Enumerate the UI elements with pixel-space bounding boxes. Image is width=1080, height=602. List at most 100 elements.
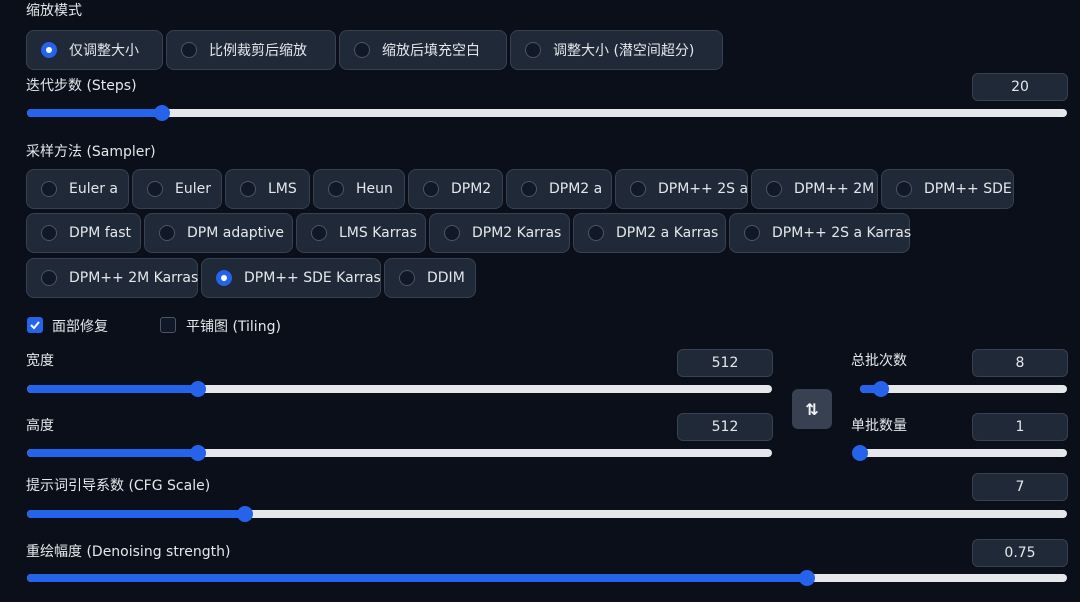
height-label: 高度: [26, 418, 54, 434]
radio-dot: [216, 270, 232, 286]
denoise-slider[interactable]: [27, 570, 1067, 586]
radio-label: DPM adaptive: [187, 225, 284, 241]
radio-label: DPM2 a Karras: [616, 225, 719, 241]
width-label: 宽度: [26, 353, 54, 369]
radio-dot: [525, 42, 541, 58]
radio-label: LMS: [268, 181, 297, 197]
cfg-input[interactable]: 7: [972, 473, 1068, 501]
sampler-option-dpm2-karras[interactable]: DPM2 Karras: [429, 213, 570, 253]
sampler-option-dpmpp-2m[interactable]: DPM++ 2M: [751, 169, 878, 209]
radio-dot: [399, 270, 415, 286]
radio-label: Euler: [175, 181, 211, 197]
height-input[interactable]: 512: [677, 413, 773, 441]
steps-slider[interactable]: [27, 105, 1067, 121]
radio-label: DPM++ 2S a: [658, 181, 749, 197]
resize-option-2[interactable]: 缩放后填充空白: [339, 30, 507, 70]
tiling-checkbox[interactable]: [160, 317, 176, 333]
radio-dot: [41, 42, 57, 58]
face-restore-label: 面部修复: [52, 319, 108, 335]
batch-count-label: 总批次数: [851, 353, 907, 369]
slider-fill: [27, 109, 163, 117]
sampler-option-dpmpp-2s-a[interactable]: DPM++ 2S a: [615, 169, 748, 209]
slider-fill: [27, 385, 199, 393]
sampler-option-dpmpp-2m-karras[interactable]: DPM++ 2M Karras: [26, 258, 198, 298]
radio-label: Heun: [356, 181, 393, 197]
radio-dot: [147, 181, 163, 197]
resize-option-1[interactable]: 比例裁剪后缩放: [166, 30, 336, 70]
sampler-option-dpm-adaptive[interactable]: DPM adaptive: [144, 213, 293, 253]
radio-dot: [444, 225, 460, 241]
radio-dot: [744, 225, 760, 241]
batch-count-input[interactable]: 8: [972, 349, 1068, 377]
sampler-option-dpm-fast[interactable]: DPM fast: [26, 213, 141, 253]
radio-label: DPM fast: [69, 225, 132, 241]
face-restore-checkbox[interactable]: [27, 317, 43, 333]
sampler-option-dpmpp-sde[interactable]: DPM++ SDE: [881, 169, 1014, 209]
resize-mode-label: 缩放模式: [26, 3, 82, 19]
batch-count-slider[interactable]: [860, 381, 1067, 397]
radio-label: DDIM: [427, 270, 465, 286]
sampler-option-dpmpp-2s-a-karras[interactable]: DPM++ 2S a Karras: [729, 213, 912, 253]
steps-label: 迭代步数 (Steps): [26, 78, 137, 94]
resize-option-3[interactable]: 调整大小 (潜空间超分): [510, 30, 723, 70]
radio-label: DPM++ 2M Karras: [69, 270, 199, 286]
slider-thumb[interactable]: [190, 445, 207, 461]
radio-label: Euler a: [69, 181, 119, 197]
width-input[interactable]: 512: [677, 349, 773, 377]
sampler-option-lms[interactable]: LMS: [225, 169, 310, 209]
sampler-option-dpm2-a[interactable]: DPM2 a: [506, 169, 612, 209]
slider-thumb[interactable]: [237, 506, 254, 522]
height-slider[interactable]: [27, 445, 772, 461]
denoise-label: 重绘幅度 (Denoising strength): [26, 544, 231, 560]
steps-input[interactable]: 20: [972, 73, 1068, 101]
width-slider[interactable]: [27, 381, 772, 397]
sampler-label: 采样方法 (Sampler): [26, 144, 156, 160]
sampler-option-heun[interactable]: Heun: [313, 169, 405, 209]
radio-dot: [311, 225, 327, 241]
slider-thumb[interactable]: [190, 381, 207, 397]
sampler-option-ddim[interactable]: DDIM: [384, 258, 476, 298]
batch-size-input[interactable]: 1: [972, 413, 1068, 441]
radio-label: DPM++ SDE: [924, 181, 1012, 197]
radio-dot: [41, 181, 57, 197]
sampler-option-dpmpp-sde-karras[interactable]: DPM++ SDE Karras: [201, 258, 381, 298]
batch-size-slider[interactable]: [852, 445, 1067, 461]
radio-dot: [766, 181, 782, 197]
radio-dot: [588, 225, 604, 241]
cfg-slider[interactable]: [27, 506, 1067, 522]
radio-dot: [41, 225, 57, 241]
radio-dot: [41, 270, 57, 286]
sampler-option-dpm2-a-karras[interactable]: DPM2 a Karras: [573, 213, 726, 253]
sampler-option-dpm2[interactable]: DPM2: [408, 169, 503, 209]
radio-dot: [896, 181, 912, 197]
slider-thumb[interactable]: [799, 570, 815, 586]
sampler-option-euler-a[interactable]: Euler a: [26, 169, 129, 209]
radio-dot: [423, 181, 439, 197]
radio-label: 仅调整大小: [69, 43, 139, 59]
slider-thumb[interactable]: [852, 445, 868, 461]
radio-label: DPM++ 2M: [794, 181, 875, 197]
slider-thumb[interactable]: [872, 381, 889, 397]
sampler-option-lms-karras[interactable]: LMS Karras: [296, 213, 426, 253]
radio-label: 缩放后填充空白: [382, 43, 480, 59]
slider-thumb[interactable]: [154, 105, 171, 121]
radio-dot: [240, 181, 256, 197]
radio-label: LMS Karras: [339, 225, 417, 241]
denoise-input[interactable]: 0.75: [972, 539, 1068, 567]
slider-fill: [27, 510, 246, 518]
tiling-label: 平铺图 (Tiling): [186, 319, 281, 335]
batch-size-label: 单批数量: [851, 418, 907, 434]
radio-label: DPM2: [451, 181, 492, 197]
radio-label: 比例裁剪后缩放: [209, 43, 307, 59]
swap-vertical-icon: ⇅: [805, 399, 819, 419]
radio-dot: [354, 42, 370, 58]
radio-dot: [630, 181, 646, 197]
swap-dimensions-button[interactable]: ⇅: [792, 389, 832, 429]
radio-label: DPM++ SDE Karras: [244, 270, 381, 286]
radio-label: DPM++ 2S a Karras: [772, 225, 912, 241]
slider-fill: [27, 574, 807, 582]
sampler-option-euler[interactable]: Euler: [132, 169, 222, 209]
resize-option-0[interactable]: 仅调整大小: [26, 30, 163, 70]
radio-label: DPM2 Karras: [472, 225, 562, 241]
radio-dot: [159, 225, 175, 241]
